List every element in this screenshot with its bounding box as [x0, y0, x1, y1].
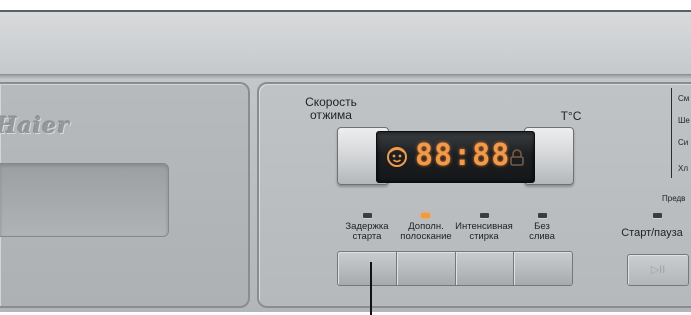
lcd-display: 88:88 — [376, 131, 535, 183]
delay-start-button[interactable] — [337, 251, 396, 286]
led-extra-rinse — [421, 213, 430, 218]
option-label-extra-rinse: Дополн. полоскание — [394, 222, 458, 242]
option-label-line2: стирка — [469, 230, 499, 242]
option-label-no-drain: Без слива — [510, 222, 574, 242]
option-label-intensive: Интенсивная стирка — [452, 222, 516, 242]
strip-shadow — [0, 75, 691, 79]
temperature-label: T°C — [560, 109, 582, 123]
option-label-line2: старта — [352, 230, 382, 242]
child-lock-icon — [387, 147, 407, 167]
program-item-2: Ше — [678, 116, 690, 125]
program-item-4: Хл — [678, 164, 689, 173]
led-start-pause — [653, 213, 662, 218]
led-intensive-wash — [480, 213, 489, 218]
spin-speed-label: Скорость отжима — [296, 96, 366, 121]
detergent-drawer[interactable] — [0, 163, 169, 237]
spin-label-line1: Скорость — [305, 95, 357, 109]
option-label-line2: полоскание — [400, 230, 452, 242]
lock-icon — [510, 149, 524, 166]
start-pause-label: Старт/пауза — [621, 227, 683, 239]
delay-indicator-label: Предв — [662, 194, 686, 203]
spin-label-line2: отжима — [310, 107, 352, 122]
program-item-1: См — [678, 94, 690, 103]
extra-rinse-button[interactable] — [395, 251, 455, 286]
option-label-line2: слива — [529, 230, 555, 242]
option-label-delay: Задержка старта — [335, 222, 399, 242]
top-strip — [0, 12, 691, 75]
intensive-wash-button[interactable] — [454, 251, 514, 286]
led-delay-start — [363, 213, 372, 218]
option-buttons — [337, 251, 573, 286]
led-no-drain — [538, 213, 547, 218]
callout-pointer-line — [370, 262, 372, 315]
start-pause-button[interactable]: ▷II — [627, 254, 689, 286]
play-pause-icon: ▷II — [650, 264, 666, 276]
display-digits: 88:88 — [415, 138, 511, 173]
program-list-partial: См Ше Си Хл — [671, 88, 691, 178]
no-drain-button[interactable] — [513, 251, 573, 286]
brand-logo: Haier — [0, 113, 70, 139]
program-item-3: Си — [678, 138, 689, 147]
